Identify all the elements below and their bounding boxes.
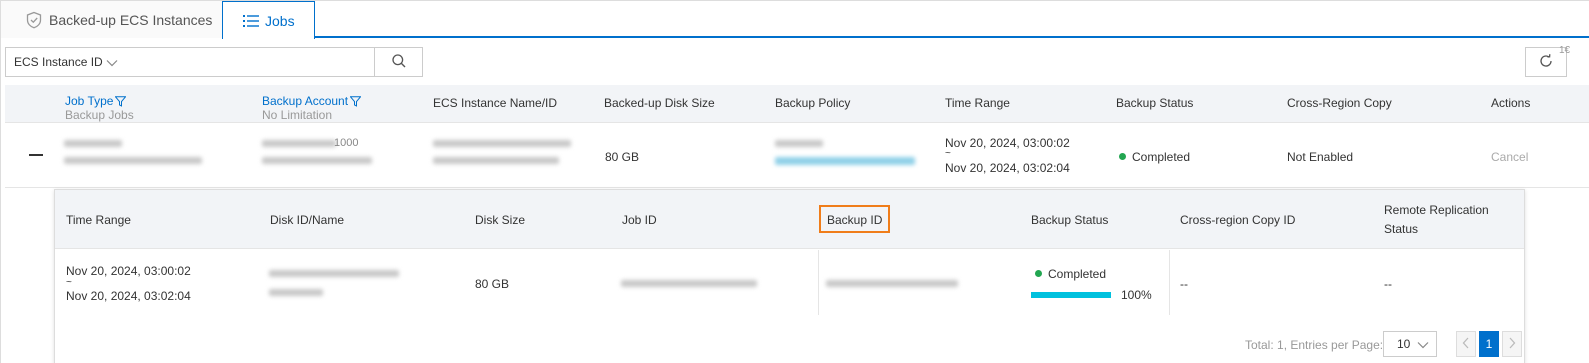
col-job-type-label: Job Type	[65, 94, 114, 108]
col-job-type-filter-value: Backup Jobs	[65, 108, 134, 122]
col-remote-replication-line2: Status	[1384, 222, 1419, 236]
search-button[interactable]	[374, 47, 423, 77]
redacted-policy-name	[775, 140, 823, 147]
col-backup-account-filter-value: No Limitation	[262, 108, 333, 122]
chevron-down-icon	[1417, 339, 1429, 353]
tab-jobs[interactable]: Jobs	[222, 1, 315, 39]
redacted-job-id	[621, 280, 757, 287]
list-icon	[243, 14, 259, 28]
prev-page-button[interactable]	[1456, 331, 1476, 357]
redacted-disk-name	[269, 289, 323, 296]
pagination: Total: 1, Entries per Page: 10 1	[55, 324, 1524, 362]
redacted-account	[262, 140, 336, 147]
backup-progress-label: 100%	[1121, 288, 1152, 302]
filter-icon[interactable]	[350, 95, 362, 107]
redacted-job-id	[64, 157, 202, 164]
page-size-select[interactable]: 10	[1383, 331, 1437, 357]
backup-progress-fill	[1031, 292, 1111, 298]
next-page-button[interactable]	[1502, 331, 1522, 357]
time-range-start: Nov 20, 2024, 03:00:02	[945, 136, 1070, 150]
redacted-job-type	[64, 140, 122, 147]
disk-size-value: 80 GB	[605, 150, 640, 164]
detail-disk-size: 80 GB	[475, 277, 510, 291]
time-range-end: Nov 20, 2024, 03:02:04	[945, 161, 1070, 175]
redacted-instance-id	[433, 157, 559, 164]
detail-time-start: Nov 20, 2024, 03:00:02	[66, 264, 191, 278]
truncated-label: 1€	[1559, 45, 1571, 56]
detail-remote-replication: --	[1384, 277, 1392, 291]
tab-label: Jobs	[265, 12, 295, 29]
chevron-right-icon	[1508, 337, 1516, 352]
col-job-id: Job ID	[622, 213, 657, 227]
backup-policy-link[interactable]	[775, 157, 915, 165]
col-disk-id-name: Disk ID/Name	[270, 213, 345, 227]
pagination-summary: Total: 1, Entries per Page:	[1245, 338, 1384, 352]
search-input[interactable]	[126, 48, 374, 76]
backup-id-highlight	[819, 205, 890, 233]
detail-cross-region-copy-id: --	[1180, 277, 1188, 291]
detail-status-badge: Completed	[1035, 267, 1106, 281]
expanded-job-details: Time Range Disk ID/Name Disk Size Job ID…	[54, 189, 1525, 363]
status-dot-icon	[1035, 270, 1042, 278]
redacted-account-id	[262, 157, 372, 164]
shield-icon	[25, 11, 43, 29]
table-row: 1000 80 GB Nov 20, 2024, 03:00:02 ~ Nov …	[5, 124, 1589, 188]
col-remote-replication-line1: Remote Replication	[1384, 203, 1489, 217]
redacted-backup-id	[826, 280, 958, 287]
search-field-value: ECS Instance ID	[14, 55, 103, 69]
time-range-separator: ~	[945, 148, 951, 159]
chevron-down-icon	[106, 57, 118, 71]
cancel-button[interactable]: Cancel	[1491, 150, 1528, 164]
backup-progress-bar	[1031, 292, 1111, 298]
cross-region-value: Not Enabled	[1287, 150, 1354, 164]
search-field-select[interactable]: ECS Instance ID	[5, 47, 127, 77]
collapse-row-icon[interactable]	[29, 154, 43, 156]
redacted-instance-name	[433, 140, 571, 147]
col-cross-region-copy-id: Cross-region Copy ID	[1180, 213, 1296, 227]
col-disk-size: Disk Size	[475, 213, 526, 227]
detail-time-end: Nov 20, 2024, 03:02:04	[66, 289, 191, 303]
chevron-left-icon	[1462, 337, 1470, 352]
details-table-header: Time Range Disk ID/Name Disk Size Job ID…	[55, 190, 1524, 249]
search-icon	[391, 53, 407, 72]
col-backup-status: Backup Status	[1031, 213, 1109, 227]
status-dot-icon	[1119, 153, 1126, 161]
refresh-icon	[1538, 53, 1554, 72]
details-table-row	[55, 250, 1524, 315]
tab-backed-up-ecs-instances[interactable]: Backed-up ECS Instances	[1, 1, 223, 38]
status-badge: Completed	[1119, 150, 1190, 164]
detail-status-text: Completed	[1048, 267, 1107, 281]
redacted-disk-id	[269, 270, 399, 277]
tab-label: Backed-up ECS Instances	[49, 11, 213, 28]
tab-bar: Backed-up ECS Instances Jobs	[1, 1, 1589, 39]
detail-time-separator: ~	[66, 277, 72, 288]
account-partial: 1000	[334, 137, 359, 149]
page-size-value: 10	[1397, 337, 1411, 351]
status-text: Completed	[1132, 150, 1191, 164]
search-input-wrapper	[126, 47, 375, 77]
col-time-range: Time Range	[66, 213, 131, 227]
backup-jobs-view: Backed-up ECS Instances Jobs ECS Instanc…	[0, 0, 1589, 363]
filter-icon[interactable]	[115, 95, 127, 107]
col-backup-account-label: Backup Account	[262, 94, 349, 108]
jobs-table-header: Job Type Backup Jobs Backup Account No L…	[5, 85, 1589, 123]
page-1-button[interactable]: 1	[1479, 331, 1499, 357]
